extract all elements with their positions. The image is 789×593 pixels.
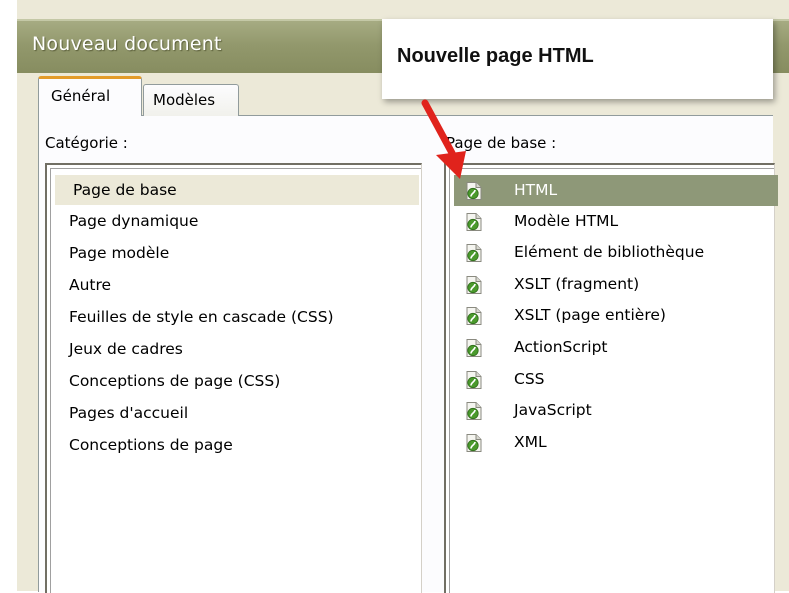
document-icon	[466, 402, 482, 420]
page-type-list[interactable]: HTML Modèle HTML Elément de bibliothèque XS…	[444, 163, 778, 593]
category-item-label: Page modèle	[69, 244, 170, 262]
page-type-item[interactable]: XSLT (page entière)	[450, 300, 774, 331]
category-item-page-de-base[interactable]: Page de base	[55, 175, 419, 205]
category-item-label: Feuilles de style en cascade (CSS)	[69, 308, 334, 326]
document-icon	[466, 213, 482, 231]
category-item-label: Page de base	[73, 181, 177, 199]
window-title: Nouveau document	[32, 33, 222, 55]
category-item-autre[interactable]: Autre	[51, 270, 421, 300]
category-item-label: Jeux de cadres	[69, 340, 183, 358]
page-type-item[interactable]: HTML	[454, 175, 778, 206]
page-type-label: CSS	[514, 370, 545, 388]
category-list[interactable]: Page de base Page dynamique Page modèle …	[45, 163, 422, 593]
category-list-frame: Page de base Page dynamique Page modèle …	[50, 168, 421, 593]
page-type-item[interactable]: XSLT (fragment)	[450, 269, 774, 300]
page-type-label: XSLT (page entière)	[514, 306, 666, 324]
annotation-callout: Nouvelle page HTML	[382, 19, 773, 99]
tab-modeles[interactable]: Modèles	[143, 84, 239, 116]
document-icon	[466, 307, 482, 325]
document-icon	[466, 339, 482, 357]
page-type-label: XSLT (fragment)	[514, 275, 640, 293]
callout-text: Nouvelle page HTML	[397, 45, 594, 67]
category-label: Catégorie :	[45, 134, 128, 152]
category-item-conceptions-css[interactable]: Conceptions de page (CSS)	[51, 366, 421, 396]
page-type-label: XML	[514, 433, 547, 451]
category-item-label: Conceptions de page	[69, 436, 233, 454]
callout-arrow-icon	[421, 99, 466, 179]
tab-modeles-label: Modèles	[153, 91, 216, 109]
page-type-item[interactable]: JavaScript	[450, 395, 774, 426]
category-item-label: Pages d'accueil	[69, 404, 189, 422]
tab-general-label: Général	[51, 87, 111, 105]
page-type-list-frame: HTML Modèle HTML Elément de bibliothèque XS…	[449, 168, 778, 593]
page-type-label: Elément de bibliothèque	[514, 243, 705, 261]
page-type-label: JavaScript	[514, 401, 592, 419]
category-item-page-dynamique[interactable]: Page dynamique	[51, 206, 421, 236]
document-icon	[466, 244, 482, 262]
category-item-jeux-de-cadres[interactable]: Jeux de cadres	[51, 334, 421, 364]
document-icon	[466, 434, 482, 452]
document-icon	[466, 371, 482, 389]
category-item-pages-accueil[interactable]: Pages d'accueil	[51, 398, 421, 428]
category-item-page-modele[interactable]: Page modèle	[51, 238, 421, 268]
category-item-css[interactable]: Feuilles de style en cascade (CSS)	[51, 302, 421, 332]
page-type-item[interactable]: Elément de bibliothèque	[450, 237, 774, 268]
document-icon	[466, 276, 482, 294]
page-type-label: ActionScript	[514, 338, 608, 356]
category-item-label: Autre	[69, 276, 112, 294]
category-item-label: Conceptions de page (CSS)	[69, 372, 281, 390]
page-type-label: Modèle HTML	[514, 212, 619, 230]
tab-general[interactable]: Général	[38, 76, 142, 116]
page-type-item[interactable]: Modèle HTML	[450, 206, 774, 237]
category-item-label: Page dynamique	[69, 212, 199, 230]
category-item-conceptions-de-page[interactable]: Conceptions de page	[51, 430, 421, 460]
page-type-label: HTML	[514, 181, 558, 199]
page-type-item[interactable]: XML	[450, 427, 774, 458]
page-type-item[interactable]: CSS	[450, 364, 774, 395]
page-type-item[interactable]: ActionScript	[450, 332, 774, 363]
